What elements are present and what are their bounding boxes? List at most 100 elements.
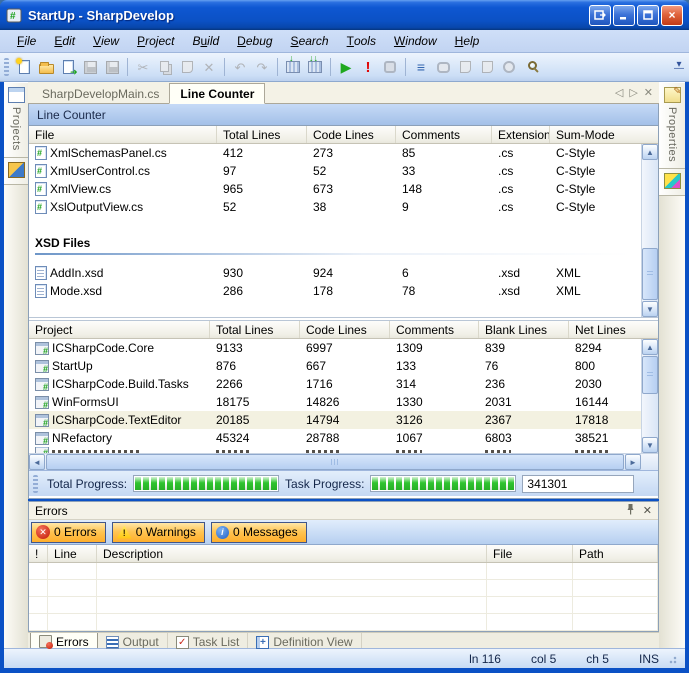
close-panel-icon[interactable]: ✕	[643, 504, 652, 517]
table-row[interactable]: AddIn.xsd 930 924 6 .xsd XML	[29, 264, 641, 282]
scrollbar-thumb[interactable]	[642, 248, 658, 300]
save-as-icon[interactable]	[58, 57, 78, 77]
tab-sharpdevelopmain[interactable]: SharpDevelopMain.cs	[32, 84, 169, 103]
pin-icon[interactable]	[626, 503, 635, 518]
vertical-scrollbar[interactable]: ▲ ▼	[641, 339, 658, 453]
errors-filter-button[interactable]: ✕ 0 Errors	[31, 522, 106, 543]
column-header[interactable]: Code Lines	[307, 126, 396, 143]
search-icon[interactable]	[521, 57, 541, 77]
stop-icon[interactable]	[380, 57, 400, 77]
table-row-clipped[interactable]	[29, 447, 641, 453]
maximize-button[interactable]	[637, 5, 659, 26]
dock-tab-projects[interactable]: Projects	[4, 83, 28, 158]
undo-icon[interactable]: ↶	[230, 57, 250, 77]
column-header[interactable]: !	[29, 545, 48, 562]
new-file-icon[interactable]	[14, 57, 34, 77]
next-tab-icon[interactable]: ▷	[629, 86, 637, 99]
redo-icon[interactable]: ↷	[252, 57, 272, 77]
task-list-icon[interactable]: ≡	[411, 57, 431, 77]
menu-help[interactable]: Help	[446, 31, 489, 51]
note-previous-icon[interactable]	[455, 57, 475, 77]
menu-edit[interactable]: Edit	[45, 31, 84, 51]
column-header[interactable]: File	[29, 126, 217, 143]
shape-icon[interactable]	[433, 57, 453, 77]
dock-tab-properties[interactable]: Properties	[659, 83, 685, 169]
menu-file[interactable]: File	[8, 31, 45, 51]
table-row[interactable]: XmlSchemasPanel.cs 412 273 85 .cs C-Styl…	[29, 144, 641, 162]
delete-icon[interactable]: ✕	[199, 57, 219, 77]
horizontal-scrollbar[interactable]: ◄ ►	[29, 453, 658, 470]
column-header[interactable]: Blank Lines	[479, 321, 569, 338]
table-row[interactable]: ICSharpCode.Build.Tasks 2266 1716 314 23…	[29, 375, 641, 393]
column-header[interactable]: Project	[29, 321, 210, 338]
toolbar-grip[interactable]	[33, 475, 38, 493]
scrollbar-thumb[interactable]	[46, 454, 624, 470]
toolbar-grip[interactable]	[4, 58, 9, 76]
circle-icon[interactable]	[499, 57, 519, 77]
table-row[interactable]: WinFormsUI 18175 14826 1330 2031 16144	[29, 393, 641, 411]
menu-window[interactable]: Window	[385, 31, 446, 51]
messages-filter-button[interactable]: i 0 Messages	[211, 522, 307, 543]
open-file-icon[interactable]	[36, 57, 56, 77]
vertical-scrollbar[interactable]: ▲ ▼	[641, 144, 658, 317]
table-row[interactable]: XmlView.cs 965 673 148 .cs C-Style	[29, 180, 641, 198]
menu-view[interactable]: View	[84, 31, 128, 51]
table-row[interactable]: XmlUserControl.cs 97 52 33 .cs C-Style	[29, 162, 641, 180]
menu-search[interactable]: Search	[282, 31, 338, 51]
paste-icon[interactable]	[177, 57, 197, 77]
dock-tab-tools[interactable]	[4, 158, 28, 185]
column-header[interactable]: Net Lines	[569, 321, 641, 338]
scroll-left-icon[interactable]: ◄	[29, 454, 45, 470]
build-all-icon[interactable]	[305, 57, 325, 77]
scroll-up-icon[interactable]: ▲	[642, 144, 658, 160]
prev-tab-icon[interactable]: ◁	[615, 86, 623, 99]
table-row[interactable]: NRefactory 45324 28788 1067 6803 38521	[29, 429, 641, 447]
save-all-icon[interactable]	[102, 57, 122, 77]
note-next-icon[interactable]	[477, 57, 497, 77]
scroll-down-icon[interactable]: ▼	[642, 301, 658, 317]
column-header[interactable]: File	[487, 545, 573, 562]
table-row[interactable]: Mode.xsd 286 178 78 .xsd XML	[29, 282, 641, 300]
column-header[interactable]: Comments	[396, 126, 492, 143]
cut-icon[interactable]: ✂	[133, 57, 153, 77]
column-header[interactable]: Sum-Mode	[550, 126, 641, 143]
menu-build[interactable]: Build	[183, 31, 228, 51]
fullscreen-toggle-button[interactable]	[589, 5, 611, 26]
table-row[interactable]: ICSharpCode.Core 9133 6997 1309 839 8294	[29, 339, 641, 357]
xsd-file-icon	[35, 266, 47, 280]
column-header[interactable]: Line	[48, 545, 97, 562]
dock-tab-toolbox[interactable]	[659, 169, 685, 196]
save-icon[interactable]	[80, 57, 100, 77]
column-header[interactable]: Code Lines	[300, 321, 390, 338]
copy-icon[interactable]	[155, 57, 175, 77]
warnings-filter-button[interactable]: ! 0 Warnings	[112, 522, 205, 543]
table-row[interactable]: ICSharpCode.TextEditor 20185 14794 3126 …	[29, 411, 641, 429]
progress-count-field[interactable]: 341301	[522, 475, 634, 493]
scroll-down-icon[interactable]: ▼	[642, 437, 658, 453]
menu-tools[interactable]: Tools	[338, 31, 385, 51]
column-header[interactable]: Total Lines	[210, 321, 300, 338]
column-header[interactable]: Comments	[390, 321, 479, 338]
menu-debug[interactable]: Debug	[228, 31, 281, 51]
table-row[interactable]: StartUp 876 667 133 76 800	[29, 357, 641, 375]
scroll-right-icon[interactable]: ►	[625, 454, 641, 470]
run-icon[interactable]: ▶	[336, 57, 356, 77]
resize-grip[interactable]	[667, 654, 677, 664]
tab-line-counter[interactable]: Line Counter	[169, 83, 265, 104]
column-header[interactable]: Description	[97, 545, 487, 562]
title-bar[interactable]: # StartUp - SharpDevelop ×	[0, 0, 689, 30]
toolbar-overflow-button[interactable]: ▾—	[674, 63, 685, 71]
table-row[interactable]: XslOutputView.cs 52 38 9 .cs C-Style	[29, 198, 641, 216]
close-tab-icon[interactable]: ✕	[644, 86, 653, 99]
column-header[interactable]: Total Lines	[217, 126, 307, 143]
column-header[interactable]: Path	[573, 545, 658, 562]
close-button[interactable]: ×	[661, 5, 683, 26]
minimize-button[interactable]	[613, 5, 635, 26]
column-header[interactable]: Extension	[492, 126, 550, 143]
errors-panel-titlebar[interactable]: Errors ✕	[29, 502, 658, 520]
build-icon[interactable]	[283, 57, 303, 77]
scroll-up-icon[interactable]: ▲	[642, 339, 658, 355]
menu-project[interactable]: Project	[128, 31, 183, 51]
scrollbar-thumb[interactable]	[642, 356, 658, 394]
abort-build-icon[interactable]: !	[358, 57, 378, 77]
